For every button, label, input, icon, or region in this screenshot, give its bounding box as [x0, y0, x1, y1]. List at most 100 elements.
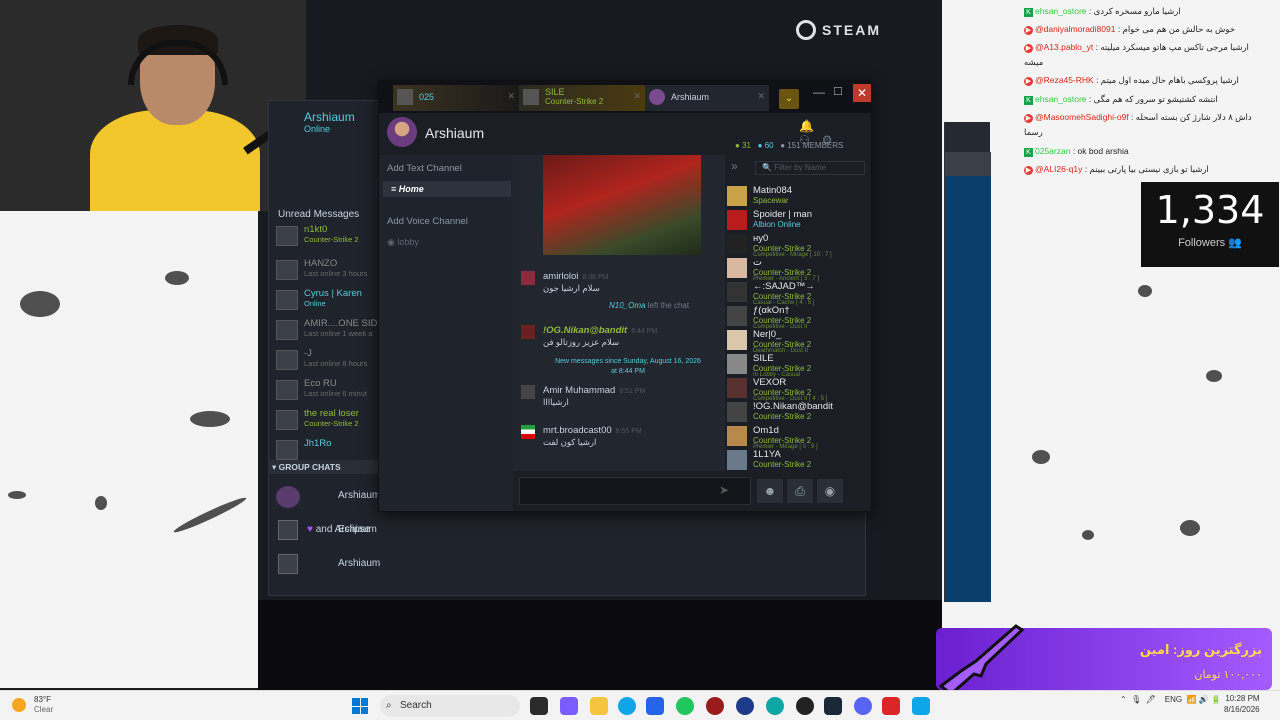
group-chat-row[interactable]: Eclipse ♥ and Arshiaum — [276, 518, 856, 546]
member-row[interactable]: Matin084 Spacewar — [727, 185, 867, 209]
member-avatar[interactable] — [727, 282, 747, 302]
friend-row[interactable]: Eco RU Last online 6 minut — [276, 378, 380, 402]
bell-icon[interactable]: 🔔 — [799, 119, 826, 133]
app-icon[interactable] — [736, 697, 754, 715]
steam-taskbar-icon[interactable] — [824, 697, 842, 715]
member-avatar[interactable] — [727, 402, 747, 422]
chat-tab[interactable]: 025 ✕ — [393, 85, 519, 111]
file-explorer-icon[interactable] — [590, 697, 608, 715]
close-icon[interactable]: ✕ — [757, 91, 765, 102]
group-avatar — [387, 117, 417, 147]
member-avatar[interactable] — [727, 186, 747, 206]
copilot-icon[interactable] — [560, 697, 578, 715]
friend-avatar[interactable] — [276, 290, 298, 310]
clock[interactable]: 10:28 PM 8/16/2026 — [1224, 693, 1260, 715]
member-filter-input[interactable]: 🔍 Filter by Name — [755, 161, 865, 175]
member-row[interactable]: Ner|0_ Counter-Strike 2 Deathmatch - Dust … — [727, 329, 867, 354]
friend-row[interactable]: -J Last online 8 hours — [276, 348, 380, 372]
voice-icon[interactable]: ◉ — [817, 479, 843, 503]
emoticon-icon[interactable]: ☻ — [757, 479, 783, 503]
app-icon[interactable] — [796, 697, 814, 715]
system-tray[interactable]: ⌃ 🎙 🖊 ENG 📶 🔊 🔋 — [1120, 695, 1221, 704]
chat-message-input[interactable] — [519, 477, 751, 505]
shared-image[interactable] — [543, 155, 701, 255]
message-author[interactable]: amirloloi 8:38 PM — [543, 271, 608, 282]
message-avatar[interactable] — [521, 325, 535, 339]
friend-avatar[interactable] — [276, 260, 298, 280]
member-row[interactable]: Om1d Counter-Strike 2 Premier - Mirage [ 0… — [727, 425, 867, 450]
attachment-icon[interactable]: ⎙ — [787, 479, 813, 503]
friend-name: Cyrus | Karen — [304, 288, 362, 299]
friend-avatar[interactable] — [276, 410, 298, 430]
message-avatar[interactable] — [521, 425, 535, 439]
close-window-button[interactable]: ✕ — [853, 84, 871, 102]
close-icon[interactable]: ✕ — [507, 91, 515, 102]
app-icon[interactable] — [912, 697, 930, 715]
minimize-button[interactable]: — — [813, 85, 825, 99]
chrome-icon[interactable] — [676, 697, 694, 715]
member-row[interactable]: ت Counter-Strike 2 Premier - Ancient [ 3 :… — [727, 257, 867, 282]
member-row[interactable]: VEXOR Counter-Strike 2 Competitive - Dust … — [727, 377, 867, 402]
member-avatar[interactable] — [727, 210, 747, 230]
chevron-down-icon[interactable]: ⌄ — [779, 89, 799, 109]
member-row[interactable]: 1L1YA Counter-Strike 2 — [727, 449, 867, 471]
friend-avatar[interactable] — [276, 380, 298, 400]
friends-user-header[interactable]: Arshiaum Online — [304, 110, 355, 134]
member-avatar[interactable] — [727, 354, 747, 374]
friend-row[interactable]: Cyrus | Karen Online — [276, 288, 380, 312]
maximize-button[interactable]: ☐ — [833, 85, 843, 98]
member-avatar[interactable] — [727, 450, 747, 470]
message-author[interactable]: mrt.broadcast00 8:55 PM — [543, 425, 642, 436]
group-chats-header[interactable]: ▾ GROUP CHATS — [268, 460, 380, 474]
chat-tab[interactable]: SILE Counter-Strike 2 ✕ — [519, 85, 645, 111]
member-row[interactable]: ƒ(αkOn† Counter-Strike 2 Competitive - Dus… — [727, 305, 867, 330]
friend-row[interactable]: the real loser Counter-Strike 2 — [276, 408, 380, 432]
close-icon[interactable]: ✕ — [633, 91, 641, 102]
friend-row[interactable]: Jh1Ro — [276, 438, 380, 462]
message-author[interactable]: Amir Muhammad 8:51 PM — [543, 385, 645, 396]
member-row[interactable]: ←:SAJAD™→ Counter-Strike 2 Casual - Cache … — [727, 281, 867, 306]
channel-home[interactable]: ≡ Home — [383, 181, 511, 197]
app-icon[interactable] — [706, 697, 724, 715]
task-view-icon[interactable] — [530, 697, 548, 715]
send-icon[interactable]: ➤ — [719, 483, 729, 497]
add-voice-channel[interactable]: Add Voice Channel — [387, 216, 468, 227]
language-indicator[interactable]: ENG — [1165, 695, 1182, 704]
member-row[interactable]: Spoider | man Albion Online — [727, 209, 867, 233]
taskbar-search[interactable]: ⌕ Search — [380, 695, 520, 717]
member-row[interactable]: SILE Counter-Strike 2 In Lobby - Casual — [727, 353, 867, 378]
member-avatar[interactable] — [727, 234, 747, 254]
group-chat-row[interactable]: Arshiaum — [276, 552, 856, 580]
discord-icon[interactable] — [854, 697, 872, 715]
friend-row[interactable]: AMIR....ONE SIDE Last online 1 week a — [276, 318, 384, 342]
member-avatar[interactable] — [727, 426, 747, 446]
member-avatar[interactable] — [727, 306, 747, 326]
message-area[interactable]: amirloloi 8:38 PM سلام ارشیا جون N10_Oma … — [513, 155, 725, 471]
friend-avatar[interactable] — [276, 440, 298, 460]
chat-tab-active[interactable]: Arshiaum ✕ — [645, 85, 769, 111]
background-window[interactable] — [944, 122, 991, 602]
member-avatar[interactable] — [727, 378, 747, 398]
windows-start-icon[interactable] — [352, 698, 368, 714]
message-avatar[interactable] — [521, 385, 535, 399]
friend-avatar[interactable] — [276, 320, 298, 340]
member-list[interactable]: » 🔍 Filter by Name Matin084 Spacewar Spoid… — [725, 155, 871, 471]
member-avatar[interactable] — [727, 258, 747, 278]
friend-avatar[interactable] — [276, 350, 298, 370]
add-text-channel[interactable]: Add Text Channel — [387, 163, 462, 174]
app-icon[interactable] — [766, 697, 784, 715]
store-icon[interactable] — [646, 697, 664, 715]
collapse-members-icon[interactable]: » — [731, 159, 738, 173]
app-icon[interactable] — [882, 697, 900, 715]
message-avatar[interactable] — [521, 271, 535, 285]
edge-icon[interactable] — [618, 697, 636, 715]
friend-status: Online — [304, 299, 326, 308]
friend-row[interactable]: n1kt0 Counter-Strike 2 — [276, 224, 380, 248]
member-row[interactable]: ну0 Counter-Strike 2 Competitive - Mirage … — [727, 233, 867, 258]
member-avatar[interactable] — [727, 330, 747, 350]
voice-channel-lobby[interactable]: ◉ lobby — [387, 237, 419, 248]
member-row[interactable]: !OG.Nikan@bandit Counter-Strike 2 — [727, 401, 867, 425]
message-author[interactable]: !OG.Nikan@bandit 8:44 PM — [543, 325, 657, 336]
friend-avatar[interactable] — [276, 226, 298, 246]
friend-row[interactable]: HANZO Last online 3 hours — [276, 258, 380, 282]
